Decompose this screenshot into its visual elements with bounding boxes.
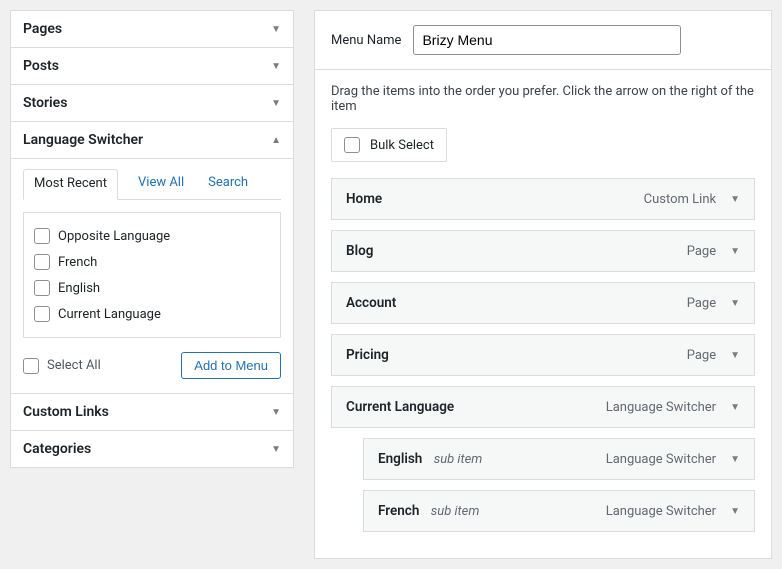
sidebar: Pages ▼ Posts ▼ Stories ▼ Language Switc… [10, 10, 294, 559]
chevron-down-icon: ▼ [271, 24, 281, 35]
metabox-stories: Stories ▼ [10, 84, 294, 122]
metabox-header-stories[interactable]: Stories ▼ [11, 85, 293, 121]
menu-item-type: Language Switcher [606, 400, 716, 415]
checkbox-label: English [58, 281, 100, 296]
menu-item-english[interactable]: English sub item Language Switcher ▼ [363, 438, 755, 480]
list-item[interactable]: English [34, 275, 270, 301]
metabox-header-language-switcher[interactable]: Language Switcher ▲ [11, 122, 293, 158]
metabox-header-posts[interactable]: Posts ▼ [11, 48, 293, 84]
menu-item-current-language[interactable]: Current Language Language Switcher ▼ [331, 386, 755, 428]
chevron-down-icon: ▼ [271, 61, 281, 72]
menu-item-home[interactable]: Home Custom Link ▼ [331, 178, 755, 220]
chevron-down-icon[interactable]: ▼ [730, 350, 740, 361]
main-panel: Menu Name Drag the items into the order … [314, 10, 772, 559]
menu-name-label: Menu Name [331, 33, 401, 48]
add-to-menu-button[interactable]: Add to Menu [181, 352, 281, 379]
menu-item-type: Language Switcher [606, 504, 716, 519]
menu-item-pricing[interactable]: Pricing Page ▼ [331, 334, 755, 376]
metabox-header-pages[interactable]: Pages ▼ [11, 11, 293, 47]
tab-search[interactable]: Search [204, 169, 252, 199]
checkbox-label: French [58, 255, 97, 270]
menu-item-type: Language Switcher [606, 452, 716, 467]
instruction-text: Drag the items into the order you prefer… [315, 70, 771, 122]
menu-item-french[interactable]: French sub item Language Switcher ▼ [363, 490, 755, 532]
menu-item-blog[interactable]: Blog Page ▼ [331, 230, 755, 272]
metabox-custom-links: Custom Links ▼ [10, 393, 294, 431]
list-item[interactable]: Opposite Language [34, 223, 270, 249]
metabox-pages: Pages ▼ [10, 10, 294, 48]
menu-item-title: Home [346, 191, 382, 207]
metabox-footer: Select All Add to Menu [23, 352, 281, 379]
checkbox[interactable] [34, 306, 50, 322]
chevron-down-icon: ▼ [271, 98, 281, 109]
chevron-down-icon: ▼ [271, 444, 281, 455]
menu-item-title: French sub item [378, 503, 479, 519]
menu-item-type: Page [687, 244, 716, 259]
metabox-posts: Posts ▼ [10, 47, 294, 85]
select-all-label: Select All [47, 358, 101, 373]
metabox-categories: Categories ▼ [10, 430, 294, 468]
metabox-title: Custom Links [23, 404, 109, 420]
checkbox[interactable] [34, 254, 50, 270]
menu-name-input[interactable] [413, 25, 681, 55]
checkbox-list: Opposite Language French English Current… [23, 212, 281, 338]
chevron-down-icon[interactable]: ▼ [730, 246, 740, 257]
bulk-select-label: Bulk Select [370, 138, 434, 153]
metabox-title: Pages [23, 21, 62, 37]
list-item[interactable]: French [34, 249, 270, 275]
metabox-header-categories[interactable]: Categories ▼ [11, 431, 293, 467]
menu-items-area: Home Custom Link ▼ Blog Page ▼ Account P… [315, 178, 771, 558]
metabox-body-language-switcher: Most Recent View All Search Opposite Lan… [11, 158, 293, 393]
chevron-down-icon[interactable]: ▼ [730, 506, 740, 517]
list-item[interactable]: Current Language [34, 301, 270, 327]
tabs: Most Recent View All Search [23, 169, 281, 200]
chevron-down-icon[interactable]: ▼ [730, 454, 740, 465]
menu-item-title: Blog [346, 243, 373, 259]
metabox-header-custom-links[interactable]: Custom Links ▼ [11, 394, 293, 430]
menu-item-type: Page [687, 296, 716, 311]
metabox-language-switcher: Language Switcher ▲ Most Recent View All… [10, 121, 294, 394]
menu-item-type: Custom Link [644, 192, 716, 207]
tab-most-recent[interactable]: Most Recent [23, 169, 118, 200]
menu-item-title: Account [346, 295, 396, 311]
bulk-select-row: Bulk Select [315, 122, 771, 178]
checkbox[interactable] [34, 280, 50, 296]
checkbox[interactable] [344, 137, 360, 153]
menu-item-title: Current Language [346, 399, 454, 415]
menu-item-title: English sub item [378, 451, 482, 467]
metabox-title: Stories [23, 95, 67, 111]
menu-item-type: Page [687, 348, 716, 363]
sub-item-label: sub item [431, 504, 480, 519]
checkbox-label: Current Language [58, 307, 161, 322]
chevron-down-icon[interactable]: ▼ [730, 402, 740, 413]
bulk-select-control[interactable]: Bulk Select [331, 128, 447, 162]
select-all-control[interactable]: Select All [23, 358, 101, 374]
metabox-title: Language Switcher [23, 132, 143, 148]
sub-item-label: sub item [434, 452, 483, 467]
menu-item-account[interactable]: Account Page ▼ [331, 282, 755, 324]
chevron-down-icon[interactable]: ▼ [730, 298, 740, 309]
metabox-title: Categories [23, 441, 91, 457]
menu-item-title: Pricing [346, 347, 389, 363]
main-header: Menu Name [315, 11, 771, 70]
checkbox-label: Opposite Language [58, 229, 170, 244]
tab-view-all[interactable]: View All [134, 169, 188, 199]
chevron-down-icon[interactable]: ▼ [730, 194, 740, 205]
checkbox[interactable] [34, 228, 50, 244]
metabox-title: Posts [23, 58, 59, 74]
chevron-up-icon: ▲ [271, 135, 281, 146]
checkbox[interactable] [23, 358, 39, 374]
chevron-down-icon: ▼ [271, 407, 281, 418]
